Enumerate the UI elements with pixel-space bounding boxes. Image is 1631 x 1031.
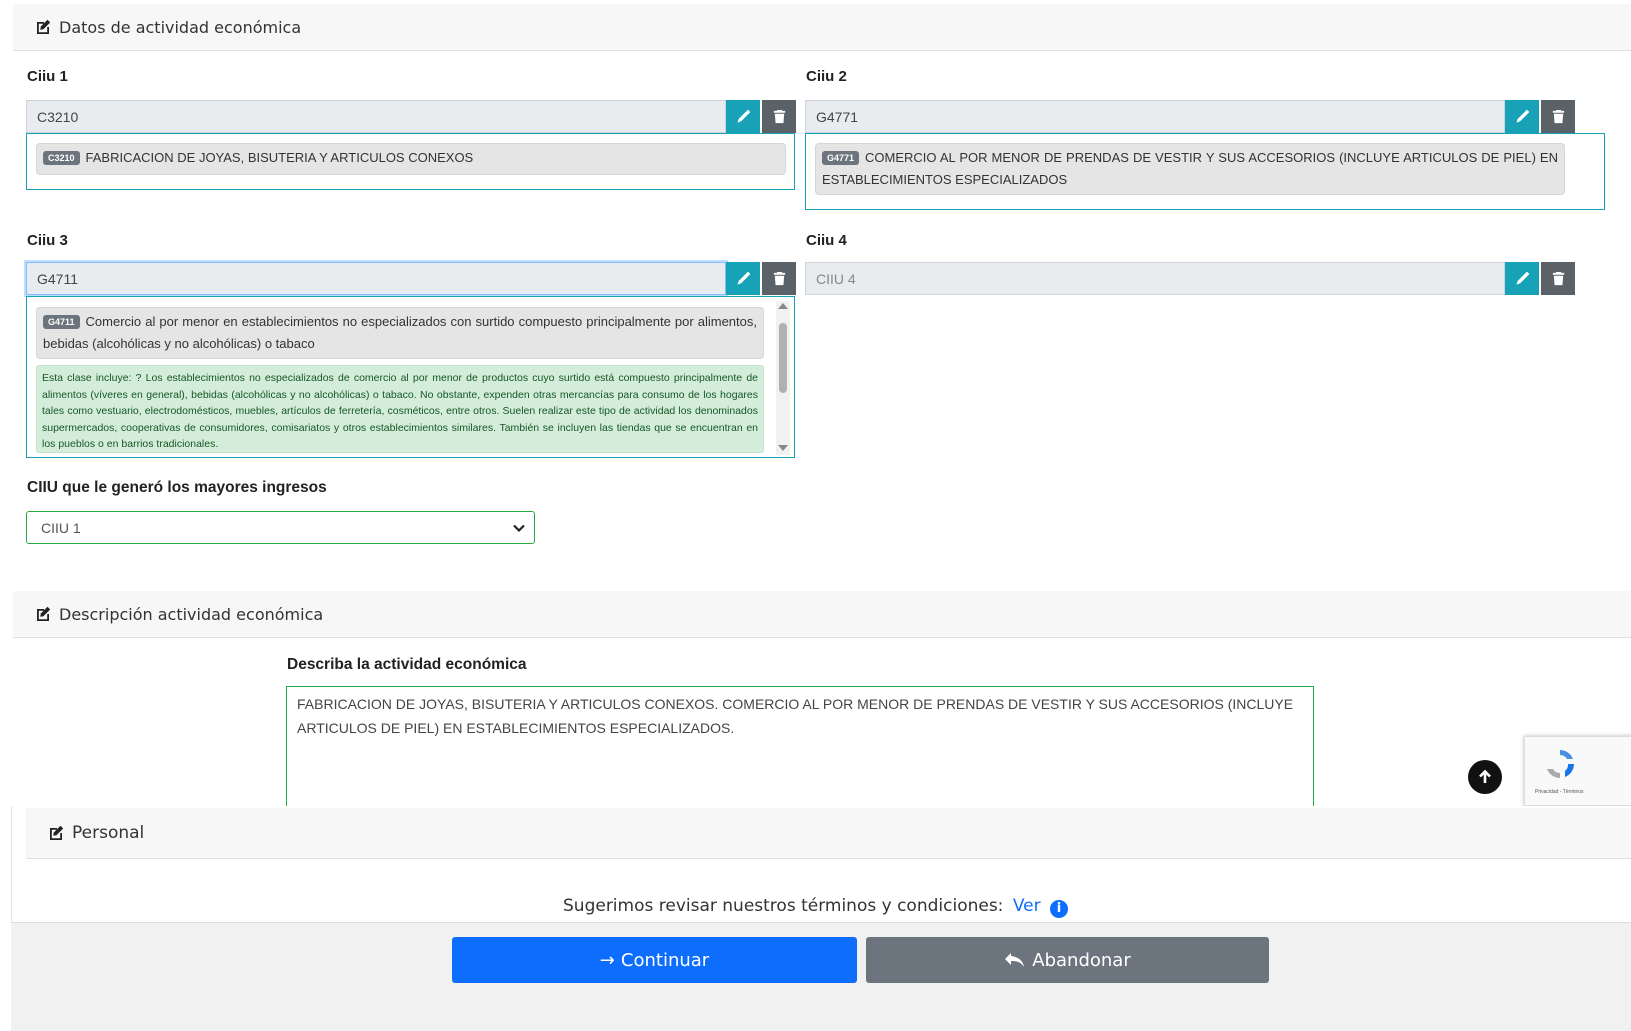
ciiu4-delete-button[interactable] bbox=[1541, 262, 1575, 295]
scroll-down-arrow-icon[interactable] bbox=[778, 445, 788, 451]
main-income-label: CIIU que le generó los mayores ingresos bbox=[27, 479, 327, 496]
ciiu2-input[interactable]: G4771 bbox=[805, 100, 1505, 133]
code-badge: C3210 bbox=[43, 151, 80, 165]
edit-icon bbox=[35, 19, 51, 35]
terms-notice: Sugerimos revisar nuestros términos y co… bbox=[0, 896, 1631, 918]
ciiu1-label: Ciiu 1 bbox=[27, 68, 68, 85]
chevron-down-icon bbox=[513, 524, 525, 532]
section-header-description: Descripción actividad económica bbox=[13, 591, 1631, 638]
scroll-up-arrow-icon[interactable] bbox=[778, 303, 788, 309]
section-title: Descripción actividad económica bbox=[59, 604, 324, 624]
ciiu3-scrollbar[interactable] bbox=[776, 301, 790, 455]
main-income-selected: CIIU 1 bbox=[41, 519, 81, 536]
ciiu1-results: C3210 FABRICACION DE JOYAS, BISUTERIA Y A… bbox=[26, 133, 795, 190]
ciiu2-results: G4771 COMERCIO AL POR MENOR DE PRENDAS DE… bbox=[805, 133, 1605, 210]
ciiu2-edit-button[interactable] bbox=[1505, 100, 1539, 133]
continue-label: Continuar bbox=[620, 949, 710, 971]
pencil-icon bbox=[1515, 271, 1530, 286]
ciiu1-result-item[interactable]: C3210 FABRICACION DE JOYAS, BISUTERIA Y A… bbox=[36, 143, 786, 175]
info-icon[interactable]: i bbox=[1049, 900, 1068, 918]
trash-icon bbox=[1551, 109, 1566, 124]
ciiu4-label: Ciiu 4 bbox=[806, 232, 847, 249]
ciiu1-delete-button[interactable] bbox=[762, 100, 796, 133]
ciiu2-value: G4771 bbox=[816, 108, 859, 125]
pencil-icon bbox=[736, 109, 751, 124]
section-header-personal: Personal bbox=[26, 808, 1631, 859]
section-header-economic: Datos de actividad económica bbox=[13, 4, 1631, 51]
ciiu3-label: Ciiu 3 bbox=[27, 232, 68, 249]
result-text: COMERCIO AL POR MENOR DE PRENDAS DE VEST… bbox=[822, 150, 1558, 187]
activity-label: Describa la actividad económica bbox=[287, 656, 527, 673]
ciiu3-results: G4711 Comercio al por menor en establecim… bbox=[26, 296, 795, 458]
main-income-select[interactable]: CIIU 1 bbox=[26, 511, 535, 544]
result-text: Comercio al por menor en establecimiento… bbox=[43, 314, 757, 351]
trash-icon bbox=[772, 109, 787, 124]
trash-icon bbox=[772, 271, 787, 286]
scrollbar-thumb[interactable] bbox=[779, 323, 787, 393]
ciiu2-label: Ciiu 2 bbox=[806, 68, 847, 85]
trash-icon bbox=[1551, 271, 1566, 286]
terms-link[interactable]: Ver bbox=[1013, 896, 1041, 916]
ciiu4-placeholder: CIIU 4 bbox=[816, 270, 856, 287]
abandon-label: Abandonar bbox=[1032, 949, 1131, 971]
ciiu3-input[interactable]: G4711 bbox=[26, 262, 726, 295]
edit-icon bbox=[48, 825, 64, 841]
pencil-icon bbox=[736, 271, 751, 286]
ciiu1-edit-button[interactable] bbox=[726, 100, 760, 133]
recaptcha-icon bbox=[1547, 750, 1574, 778]
terms-text: Sugerimos revisar nuestros términos y co… bbox=[563, 896, 1004, 916]
arrow-right-icon: → bbox=[599, 949, 615, 971]
pencil-icon bbox=[1515, 109, 1530, 124]
ciiu4-edit-button[interactable] bbox=[1505, 262, 1539, 295]
section-title: Personal bbox=[72, 823, 145, 843]
arrow-up-icon bbox=[1479, 769, 1491, 783]
code-badge: G4771 bbox=[822, 151, 860, 165]
recaptcha-text[interactable]: Privacidad - Términos bbox=[1535, 789, 1584, 795]
ciiu3-value: G4711 bbox=[37, 270, 78, 287]
code-badge: G4711 bbox=[43, 315, 80, 329]
ciiu3-result-detail: Esta clase incluye: ? Los establecimient… bbox=[36, 365, 764, 453]
continue-button[interactable]: → Continuar bbox=[452, 937, 857, 983]
result-text: FABRICACION DE JOYAS, BISUTERIA Y ARTICU… bbox=[85, 150, 474, 165]
ciiu1-input[interactable]: C3210 bbox=[26, 100, 726, 133]
reply-all-icon bbox=[1005, 953, 1025, 967]
ciiu2-delete-button[interactable] bbox=[1541, 100, 1575, 133]
activity-textarea[interactable]: FABRICACION DE JOYAS, BISUTERIA Y ARTICU… bbox=[286, 686, 1314, 810]
ciiu3-edit-button[interactable] bbox=[726, 262, 760, 295]
ciiu4-input[interactable]: CIIU 4 bbox=[805, 262, 1505, 295]
ciiu1-value: C3210 bbox=[37, 108, 79, 125]
abandon-button[interactable]: Abandonar bbox=[866, 937, 1269, 983]
edit-icon bbox=[35, 606, 51, 622]
back-to-top-button[interactable] bbox=[1468, 760, 1502, 794]
ciiu3-result-item[interactable]: G4711 Comercio al por menor en establecim… bbox=[36, 307, 764, 359]
recaptcha-badge[interactable]: Privacidad - Términos bbox=[1524, 736, 1631, 806]
ciiu3-delete-button[interactable] bbox=[762, 262, 796, 295]
section-title: Datos de actividad económica bbox=[59, 17, 302, 37]
ciiu2-result-item[interactable]: G4771 COMERCIO AL POR MENOR DE PRENDAS DE… bbox=[815, 143, 1565, 195]
